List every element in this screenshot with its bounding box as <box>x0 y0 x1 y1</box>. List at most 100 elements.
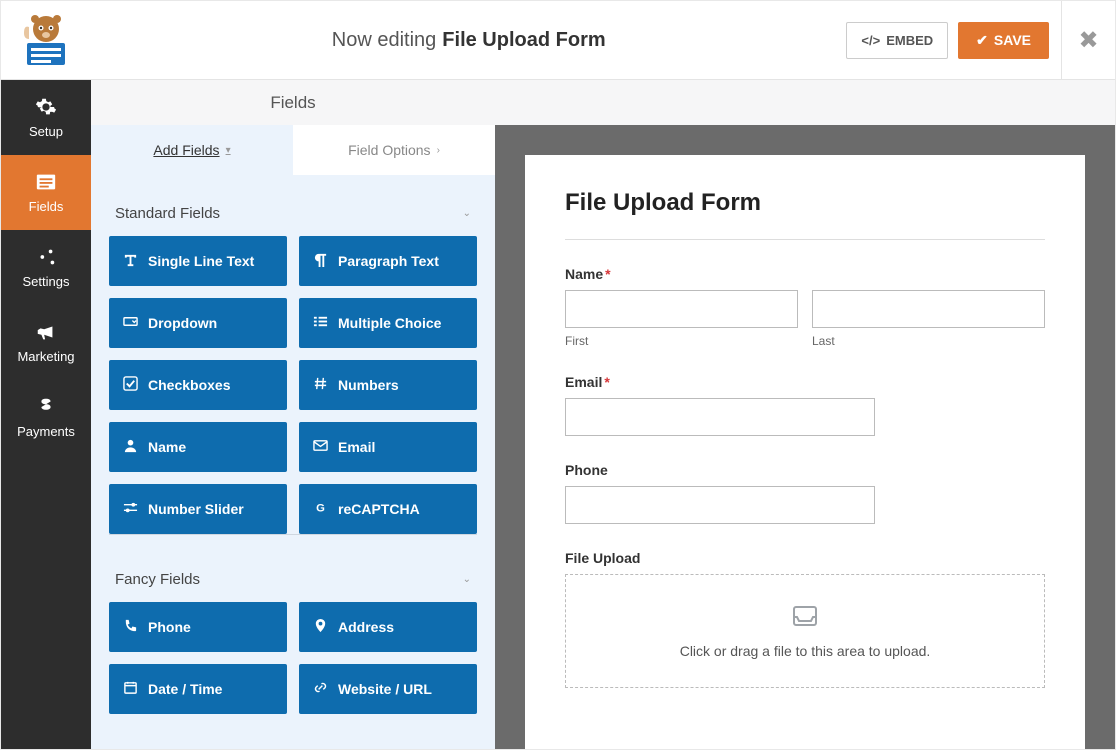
field-group-header[interactable]: Fancy Fields ⌄ <box>109 541 477 602</box>
form-name: File Upload Form <box>442 29 605 52</box>
field-type-number-slider[interactable]: Number Slider <box>109 484 287 534</box>
save-button[interactable]: ✔ SAVE <box>958 22 1049 59</box>
form-canvas: File Upload Form Name* First <box>525 155 1085 749</box>
field-type-dropdown[interactable]: Dropdown <box>109 298 287 348</box>
embed-button[interactable]: </> EMBED <box>846 22 948 59</box>
field-phone: Phone <box>565 462 1045 524</box>
editing-prefix: Now editing <box>332 29 437 52</box>
paragraph-icon <box>313 252 328 270</box>
required-mark: * <box>604 374 609 390</box>
app-logo <box>1 1 91 80</box>
field-label: Phone <box>148 619 191 635</box>
field-type-name[interactable]: Name <box>109 422 287 472</box>
hash-icon <box>313 376 328 394</box>
file-upload-dropzone[interactable]: Click or drag a file to this area to upl… <box>565 574 1045 688</box>
chevron-down-icon: ⌄ <box>463 208 471 219</box>
sidebar-label: Setup <box>29 124 63 139</box>
sliders-icon <box>34 246 58 268</box>
sublabel: First <box>565 334 798 348</box>
calendar-icon <box>123 680 138 698</box>
sublabel: Last <box>812 334 1045 348</box>
close-icon: ✖ <box>1078 26 1098 55</box>
group-title: Fancy Fields <box>115 571 200 588</box>
field-name: Name* First Last <box>565 266 1045 348</box>
required-mark: * <box>605 266 610 282</box>
sidebar-item-fields[interactable]: Fields <box>1 155 91 230</box>
chevron-down-icon: ⌄ <box>463 574 471 585</box>
text-icon <box>123 252 138 270</box>
dropdown-icon <box>123 314 138 332</box>
field-label: Date / Time <box>148 681 222 697</box>
field-file-upload: File Upload Click or drag a file to this… <box>565 550 1045 688</box>
sidebar-label: Settings <box>23 274 70 289</box>
sidebar-label: Marketing <box>17 349 74 364</box>
top-bar: Now editing File Upload Form </> EMBED ✔… <box>1 1 1115 80</box>
bullhorn-icon <box>34 321 58 343</box>
field-label: Number Slider <box>148 501 244 517</box>
field-type-checkboxes[interactable]: Checkboxes <box>109 360 287 410</box>
field-type-numbers[interactable]: Numbers <box>299 360 477 410</box>
field-label: Checkboxes <box>148 377 230 393</box>
field-label: Numbers <box>338 377 399 393</box>
field-label: Address <box>338 619 394 635</box>
sidebar-label: Fields <box>29 199 64 214</box>
slider-icon <box>123 500 138 518</box>
field-label: Email <box>338 439 375 455</box>
chevron-right-icon: › <box>437 145 440 156</box>
sidebar-item-payments[interactable]: Payments <box>1 380 91 455</box>
panel-tabs: Add Fields ▾ Field Options › <box>91 125 495 175</box>
tab-add-fields[interactable]: Add Fields ▾ <box>91 125 293 175</box>
field-label: Multiple Choice <box>338 315 441 331</box>
mail-icon <box>313 438 328 456</box>
field-type-address[interactable]: Address <box>299 602 477 652</box>
field-type-website-url[interactable]: Website / URL <box>299 664 477 714</box>
list-icon <box>313 314 328 332</box>
save-label: SAVE <box>994 32 1031 48</box>
panel-title: Fields <box>91 80 495 125</box>
first-name-input[interactable] <box>565 290 798 328</box>
check-icon: ✔ <box>976 32 988 49</box>
field-label: Name <box>148 439 186 455</box>
form-icon <box>34 171 58 193</box>
gear-icon <box>34 96 58 118</box>
sidebar-item-settings[interactable]: Settings <box>1 230 91 305</box>
check-icon <box>123 376 138 394</box>
group-title: Standard Fields <box>115 205 220 222</box>
dollar-icon <box>34 396 58 418</box>
field-type-email[interactable]: Email <box>299 422 477 472</box>
field-label: Website / URL <box>338 681 432 697</box>
field-type-single-line-text[interactable]: Single Line Text <box>109 236 287 286</box>
pin-icon <box>313 618 328 636</box>
sidebar-item-marketing[interactable]: Marketing <box>1 305 91 380</box>
email-input[interactable] <box>565 398 875 436</box>
field-label: Dropdown <box>148 315 217 331</box>
embed-label: EMBED <box>886 33 933 48</box>
g-icon: G <box>313 500 328 518</box>
last-name-input[interactable] <box>812 290 1045 328</box>
inbox-icon <box>790 603 820 629</box>
field-type-date-time[interactable]: Date / Time <box>109 664 287 714</box>
phone-icon <box>123 618 138 636</box>
field-label: reCAPTCHA <box>338 501 420 517</box>
link-icon <box>313 680 328 698</box>
tab-label: Add Fields <box>153 142 219 158</box>
sidebar-item-setup[interactable]: Setup <box>1 80 91 155</box>
phone-input[interactable] <box>565 486 875 524</box>
field-type-recaptcha[interactable]: GreCAPTCHA <box>299 484 477 534</box>
close-button[interactable]: ✖ <box>1061 1 1115 80</box>
field-email: Email* <box>565 374 1045 436</box>
user-icon <box>123 438 138 456</box>
code-icon: </> <box>861 33 880 48</box>
field-label: Single Line Text <box>148 253 254 269</box>
field-label: Paragraph Text <box>338 253 439 269</box>
left-sidebar: Setup Fields Settings Marketing Payments <box>1 80 91 749</box>
field-group-header[interactable]: Standard Fields ⌄ <box>109 175 477 236</box>
fields-panel: Fields Add Fields ▾ Field Options › Stan… <box>91 80 495 749</box>
field-type-multiple-choice[interactable]: Multiple Choice <box>299 298 477 348</box>
field-type-phone[interactable]: Phone <box>109 602 287 652</box>
form-preview: File Upload Form Name* First <box>495 80 1115 749</box>
sidebar-label: Payments <box>17 424 75 439</box>
tab-field-options[interactable]: Field Options › <box>293 125 495 175</box>
page-title: Now editing File Upload Form <box>91 29 846 52</box>
field-type-paragraph-text[interactable]: Paragraph Text <box>299 236 477 286</box>
